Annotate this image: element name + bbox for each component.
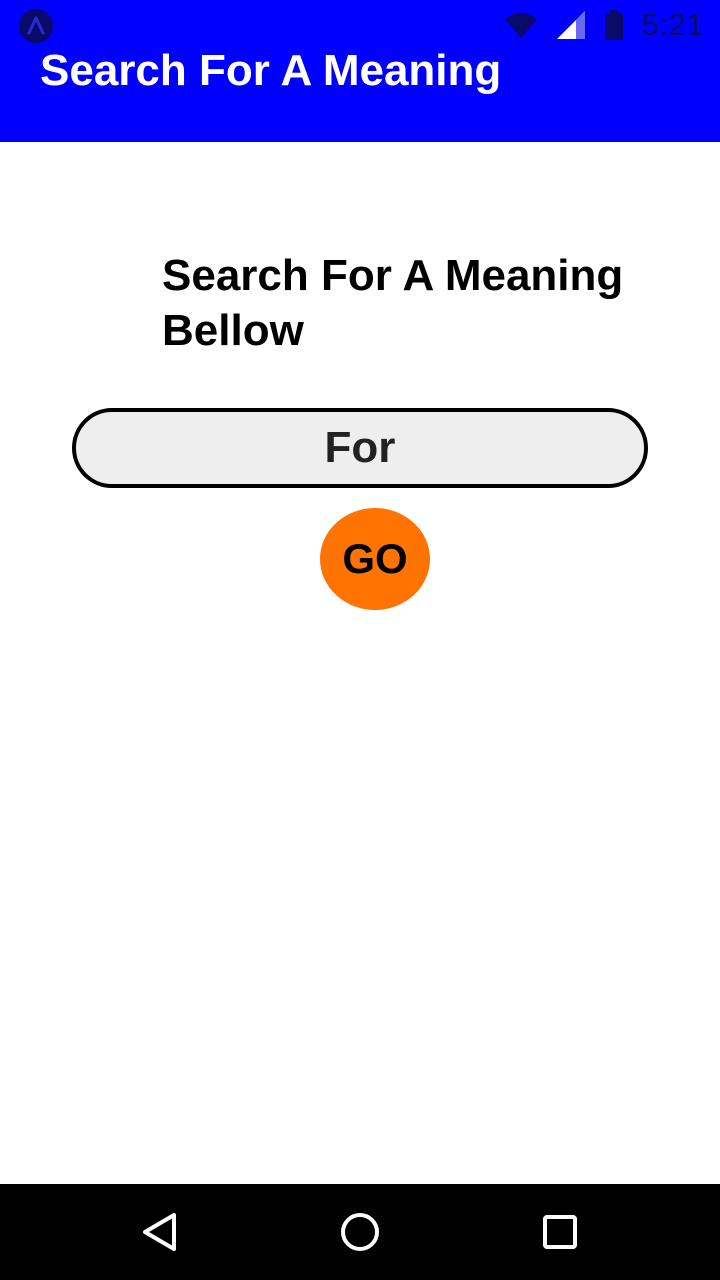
status-bar: 5:21 [0,0,720,50]
app-notification-icon [19,9,53,43]
home-icon[interactable] [336,1208,384,1256]
app-bar-title: Search For A Meaning [40,46,502,95]
go-button[interactable]: GO [320,508,430,610]
status-time: 5:21 [641,7,704,42]
navigation-bar [0,1184,720,1280]
cellular-signal-icon [556,11,585,39]
status-icons: 5:21 [504,6,704,44]
screen: 5:21 Search For A Meaning Search For A M… [0,0,720,1280]
wifi-icon [504,13,537,38]
recents-icon[interactable] [536,1208,584,1256]
back-icon[interactable] [136,1208,184,1256]
search-input[interactable]: For [72,408,648,488]
app-bar: 5:21 Search For A Meaning [0,0,720,142]
battery-icon [604,10,623,40]
page-heading: Search For A Meaning Bellow [162,251,624,355]
search-input-value: For [324,423,396,472]
